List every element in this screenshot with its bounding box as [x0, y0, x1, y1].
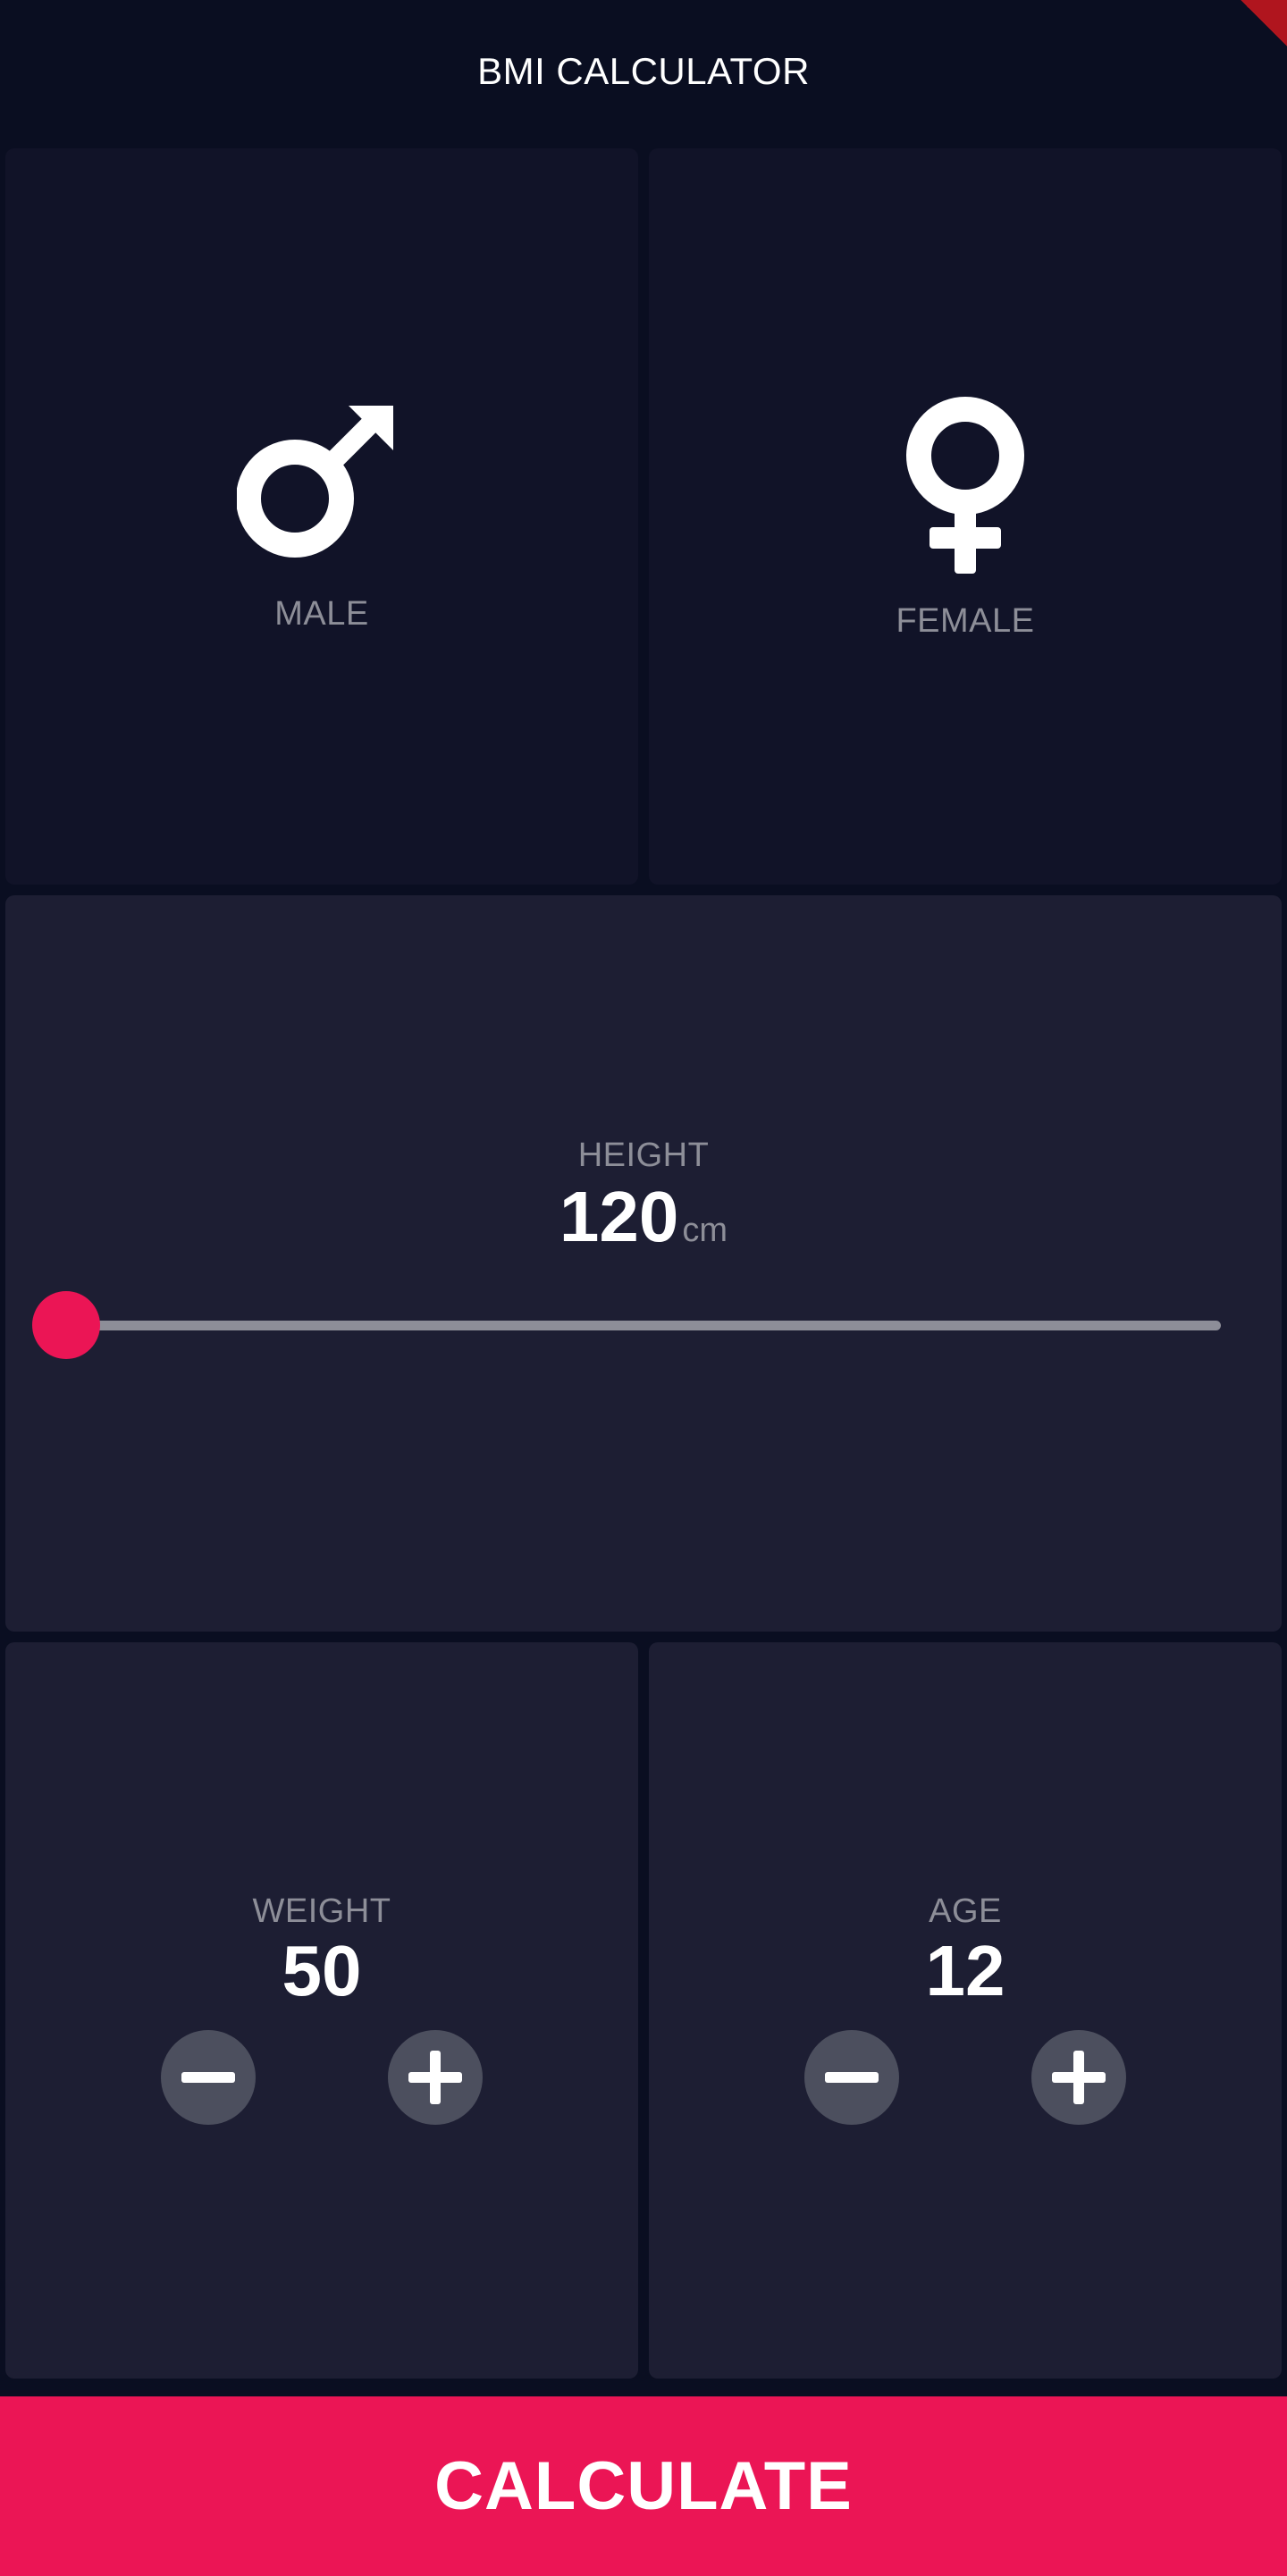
app-title: BMI CALCULATOR: [477, 50, 810, 92]
weight-card: WEIGHT 50: [5, 1642, 638, 2379]
height-value-row: 120 cm: [5, 1181, 1282, 1253]
debug-banner: [1241, 0, 1287, 46]
female-symbol-icon: [906, 396, 1024, 574]
calculate-label: CALCULATE: [434, 2448, 853, 2524]
height-slider-track[interactable]: [66, 1321, 1221, 1330]
male-symbol-icon: [237, 405, 393, 558]
weight-label: WEIGHT: [252, 1892, 391, 1930]
height-card: HEIGHT 120 cm: [5, 895, 1282, 1632]
age-increment-button[interactable]: [1031, 2030, 1126, 2125]
height-unit: cm: [682, 1212, 728, 1249]
female-label: FEMALE: [896, 601, 1035, 640]
male-card[interactable]: MALE: [5, 148, 638, 885]
weight-increment-button[interactable]: [388, 2030, 483, 2125]
age-label: AGE: [929, 1892, 1002, 1930]
age-card: AGE 12: [649, 1642, 1282, 2379]
calculate-button[interactable]: CALCULATE: [0, 2396, 1287, 2576]
minus-icon: [825, 2072, 879, 2083]
plus-icon: [408, 2051, 462, 2104]
weight-decrement-button[interactable]: [161, 2030, 256, 2125]
height-value: 120: [559, 1177, 679, 1256]
plus-icon: [1052, 2051, 1106, 2104]
height-label: HEIGHT: [577, 1137, 710, 1174]
age-value: 12: [925, 1931, 1005, 2010]
weight-value: 50: [282, 1931, 362, 2010]
male-label: MALE: [274, 594, 369, 633]
height-slider-thumb[interactable]: [32, 1291, 100, 1359]
minus-icon: [181, 2072, 235, 2083]
female-card[interactable]: FEMALE: [649, 148, 1282, 885]
app-bar: BMI CALCULATOR: [0, 0, 1287, 143]
age-decrement-button[interactable]: [804, 2030, 899, 2125]
